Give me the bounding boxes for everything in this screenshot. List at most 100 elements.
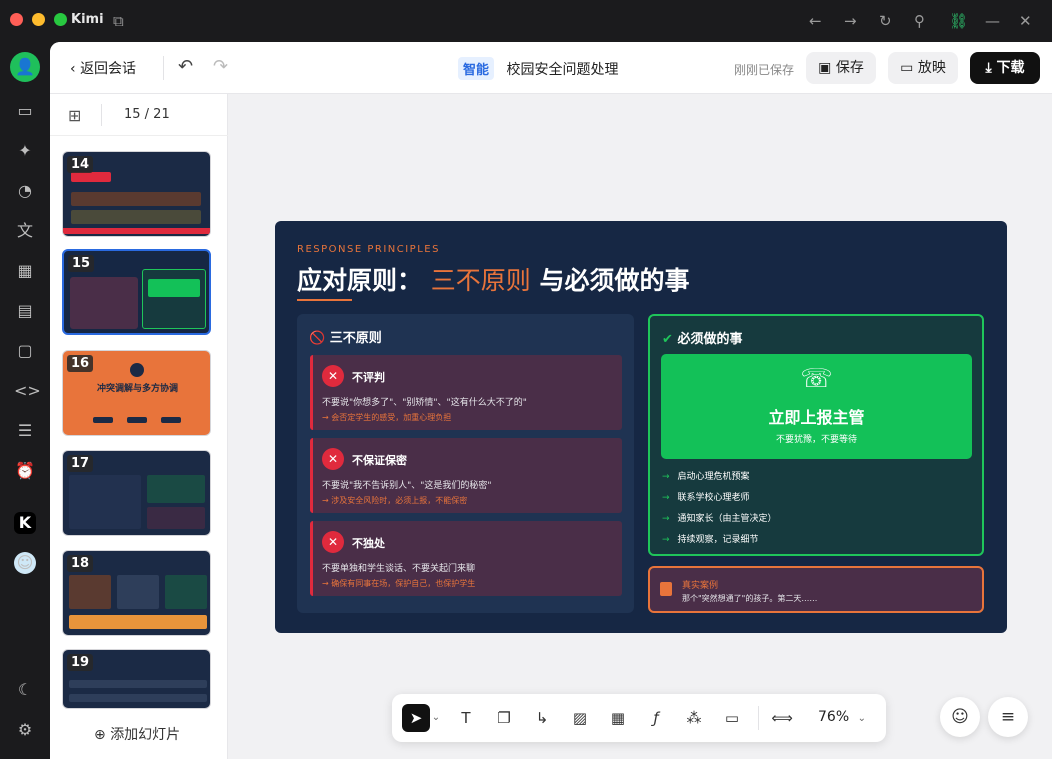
principle-warning: → 确保有同事在场，保护自己，也保护学生 <box>322 578 475 589</box>
report-box: ☏ 立即上报主管 不要犹豫，不要等待 <box>661 354 972 459</box>
download-label: 下载 <box>996 60 1025 76</box>
fit-icon[interactable]: ⟺ <box>770 706 794 730</box>
text-icon[interactable]: T <box>454 706 478 730</box>
slide-thumb-16[interactable]: 16 冲突调解与多方协调 <box>62 350 211 436</box>
principle-warning: → 会否定学生的感受，加重心理负担 <box>322 412 451 423</box>
formula-icon[interactable]: ƒ <box>644 706 668 730</box>
zoom-control[interactable]: 76% ⌄ <box>818 709 866 725</box>
moon-icon[interactable]: ☾ <box>14 679 36 701</box>
slide-title[interactable]: 应对原则： 三不原则 与必须做的事 <box>297 261 689 297</box>
window-close-dot[interactable] <box>10 13 23 26</box>
x-circle-icon: ✕ <box>322 531 344 553</box>
arrow-right-icon: → <box>662 535 670 545</box>
forward-arrow-icon[interactable]: → <box>844 11 857 31</box>
present-button[interactable]: ▭ 放映 <box>888 52 958 84</box>
download-icon: ⤓ <box>985 60 992 76</box>
thumb-decor <box>71 210 201 224</box>
pin-icon[interactable]: ⚲ <box>914 11 925 31</box>
pointer-icon[interactable]: ➤ <box>402 704 430 732</box>
slide-eyebrow: RESPONSE PRINCIPLES <box>297 244 440 255</box>
settings-icon[interactable]: ⚙ <box>14 719 36 741</box>
image-icon[interactable]: ▨ <box>568 706 592 730</box>
thumb-decor <box>69 575 111 609</box>
emoji-icon[interactable]: ☺ <box>940 697 980 737</box>
close-icon[interactable]: ✕ <box>1019 11 1032 31</box>
shape-icon[interactable]: ❐ <box>492 706 516 730</box>
table-icon[interactable]: ▦ <box>606 706 630 730</box>
thumb-number: 14 <box>67 156 94 173</box>
back-to-chat-button[interactable]: ‹ 返回会话 <box>70 58 136 78</box>
window-titlebar: Kimi ⧉ ← → ↻ ⚲ ⛓ — ✕ <box>0 0 1052 42</box>
principle-card: ✕ 不评判 不要说"你想多了"、"别矫情"、"这有什么大不了的" → 会否定学生… <box>310 355 622 430</box>
divider <box>101 104 102 126</box>
must-do-heading: ✔ 必须做的事 <box>662 328 742 347</box>
refresh-icon[interactable]: ↻ <box>879 11 892 31</box>
save-button[interactable]: ▣ 保存 <box>806 52 876 84</box>
must-do-heading-text: 必须做的事 <box>677 332 743 347</box>
user-avatar-icon[interactable]: 👤 <box>10 52 40 82</box>
chat-icon[interactable]: ▭ <box>14 100 36 122</box>
current-slide[interactable]: RESPONSE PRINCIPLES 应对原则： 三不原则 与必须做的事 🚫 … <box>275 221 1007 633</box>
file-search-icon[interactable]: ▤ <box>14 300 36 322</box>
check-circle-icon: ✔ <box>662 332 673 347</box>
three-no-heading-text: 三不原则 <box>329 331 382 346</box>
principle-card: ✕ 不保证保密 不要说"我不告诉别人"、"这是我们的秘密" → 涉及安全风险时，… <box>310 438 622 513</box>
kimi-app-icon[interactable]: K <box>14 512 36 534</box>
back-to-chat-label: 返回会话 <box>80 61 137 77</box>
slide-thumb-19[interactable]: 19 <box>62 649 211 709</box>
thumb-number: 16 <box>67 355 94 372</box>
media-icon[interactable]: ▭ <box>720 706 744 730</box>
editing-toolbar: ➤ ⌄ T ❐ ↳ ▨ ▦ ƒ ⁂ ▭ ⟺ 76% ⌄ <box>392 694 886 742</box>
principle-title: 不保证保密 <box>352 454 407 467</box>
thumb-decor <box>69 475 141 529</box>
slide-thumb-18[interactable]: 18 <box>62 550 211 636</box>
translate-icon[interactable]: 文 <box>14 220 36 242</box>
report-subtitle: 不要犹豫，不要等待 <box>775 435 857 445</box>
add-slide-button[interactable]: ⊕ 添加幻灯片 <box>94 724 180 744</box>
palette-icon[interactable]: ◔ <box>14 180 36 202</box>
back-arrow-icon[interactable]: ← <box>809 11 822 31</box>
slide-thumb-14[interactable]: 14 <box>62 151 211 237</box>
thumb-decor <box>69 694 207 702</box>
code-icon[interactable]: <> <box>14 380 41 402</box>
redo-icon[interactable]: ↷ <box>213 56 228 77</box>
thumb-decor <box>147 475 205 503</box>
menu-icon[interactable]: ≡ <box>988 697 1028 737</box>
thumb-decor <box>93 417 113 423</box>
minimize-icon[interactable]: — <box>985 11 1000 31</box>
slide-thumb-17[interactable]: 17 <box>62 450 211 536</box>
sparkle-icon[interactable]: ✦ <box>14 140 36 162</box>
link-icon[interactable]: ⛓ <box>949 11 968 31</box>
case-title: 真实案例 <box>682 581 719 591</box>
x-circle-icon: ✕ <box>322 365 344 387</box>
notebook-icon[interactable]: ☰ <box>14 420 36 442</box>
apps-grid-icon[interactable]: ▦ <box>14 260 36 282</box>
plus-circle-icon: ⊕ <box>94 727 106 743</box>
grid-view-icon[interactable]: ⊞ <box>68 106 81 125</box>
folder-icon[interactable]: ▢ <box>14 340 36 362</box>
slide-title-part-a: 应对原则： <box>297 266 423 295</box>
slide-thumb-15[interactable]: 15 <box>62 249 211 335</box>
chevron-down-icon[interactable]: ⌄ <box>430 706 442 730</box>
window-minimize-dot[interactable] <box>32 13 45 26</box>
open-window-icon[interactable]: ⧉ <box>113 11 124 31</box>
app-title: Kimi <box>71 12 104 27</box>
window-zoom-dot[interactable] <box>54 13 67 26</box>
thumb-number: 19 <box>67 654 94 671</box>
elements-icon[interactable]: ⁂ <box>682 706 706 730</box>
action-text: 联系学校心理老师 <box>677 493 750 503</box>
slide-title-highlight: 三不原则 <box>430 266 531 295</box>
alarm-icon[interactable]: ⏰ <box>14 460 36 482</box>
user-photo-icon[interactable]: ☺ <box>14 552 36 574</box>
undo-icon[interactable]: ↶ <box>178 56 193 77</box>
must-do-panel: ✔ 必须做的事 ☏ 立即上报主管 不要犹豫，不要等待 → 启动心理危机预案 → 联系… <box>648 314 984 556</box>
title-underline <box>297 299 352 301</box>
document-title[interactable]: 智能 校园安全问题处理 <box>458 57 618 80</box>
action-text: 启动心理危机预案 <box>677 472 750 482</box>
download-button[interactable]: ⤓ 下载 <box>970 52 1040 84</box>
principle-warning-text: 会否定学生的感受，加重心理负担 <box>331 413 452 422</box>
divider <box>758 706 759 730</box>
slide-sidebar: ⊞ 15 / 21 14 15 16 冲突调解与多方协调 17 18 19 ⊕ … <box>50 94 228 759</box>
arrow-right-icon: → <box>322 413 332 422</box>
connector-icon[interactable]: ↳ <box>530 706 554 730</box>
